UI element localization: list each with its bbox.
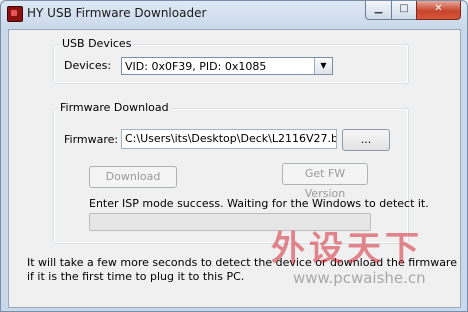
chevron-down-icon[interactable]: ▼ xyxy=(314,58,332,74)
app-window: HY USB Firmware Downloader ▁ □ ✕ USB Dev… xyxy=(0,0,468,312)
usb-devices-group: USB Devices Devices: VID: 0x0F39, PID: 0… xyxy=(53,37,409,84)
browse-button[interactable]: ... xyxy=(342,129,390,151)
close-icon: ✕ xyxy=(434,3,443,14)
minimize-button[interactable]: ▁ xyxy=(365,1,392,20)
status-text: Enter ISP mode success. Waiting for the … xyxy=(89,197,429,210)
watermark-url: www.pcwaishe.cn xyxy=(293,269,426,287)
devices-dropdown[interactable]: VID: 0x0F39, PID: 0x1085 ▼ xyxy=(121,57,333,75)
firmware-label: Firmware: xyxy=(64,133,119,146)
get-fw-version-button[interactable]: Get FW Version xyxy=(282,163,368,200)
devices-dropdown-value: VID: 0x0F39, PID: 0x1085 xyxy=(125,60,267,73)
window-title: HY USB Firmware Downloader xyxy=(27,6,207,20)
title-bar[interactable]: HY USB Firmware Downloader ▁ □ ✕ xyxy=(1,1,467,29)
devices-label: Devices: xyxy=(64,59,112,72)
usb-devices-group-label: USB Devices xyxy=(60,37,134,50)
download-button[interactable]: Download xyxy=(89,166,177,188)
close-button[interactable]: ✕ xyxy=(416,1,461,20)
footer-note-line2: if it is the first time to plug it to th… xyxy=(27,270,245,283)
watermark-logo: 外设天下 xyxy=(271,229,423,269)
maximize-button[interactable]: □ xyxy=(391,1,417,20)
minimize-icon: ▁ xyxy=(374,3,383,14)
firmware-download-group-label: Firmware Download xyxy=(58,101,171,114)
maximize-icon: □ xyxy=(399,3,409,14)
firmware-path-field[interactable]: C:\Users\its\Desktop\Deck\L2116V27.bin xyxy=(121,129,337,149)
app-icon xyxy=(7,6,23,22)
